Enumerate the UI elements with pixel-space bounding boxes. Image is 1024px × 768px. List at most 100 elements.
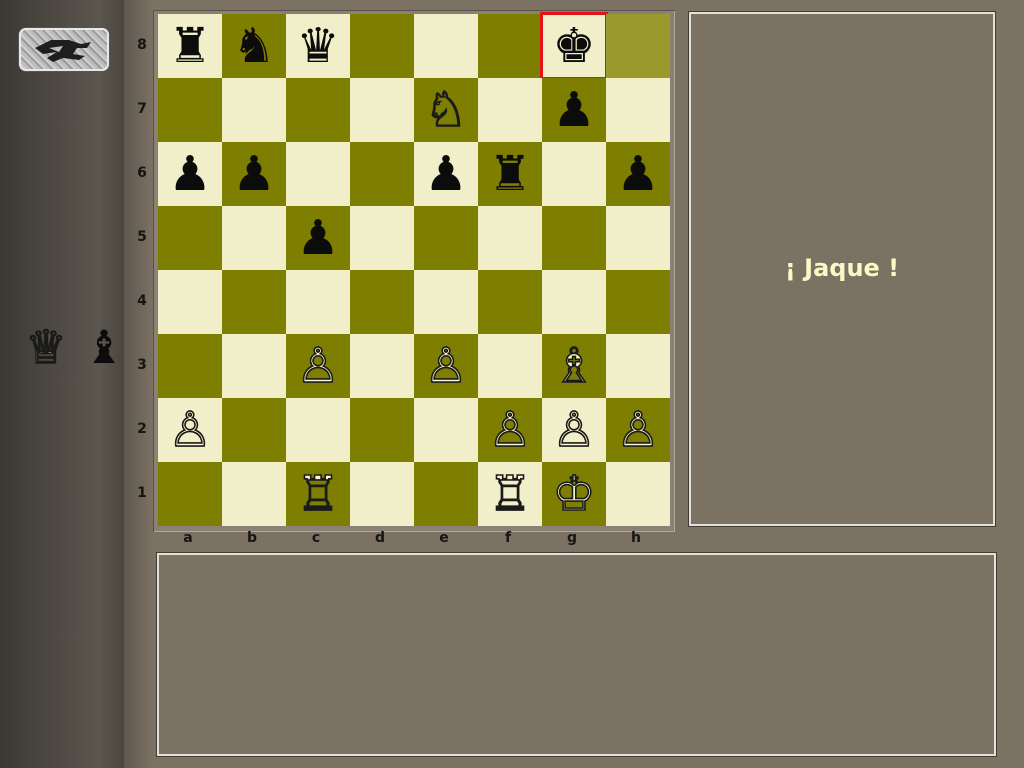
square-h4[interactable] — [606, 270, 670, 334]
black-pawn-piece-icon[interactable]: ♟ — [616, 150, 659, 198]
square-b6[interactable]: ♟ — [222, 142, 286, 206]
square-a7[interactable] — [158, 78, 222, 142]
white-queen-captured-icon: ♕ — [25, 320, 68, 374]
square-d5[interactable] — [350, 206, 414, 270]
square-a5[interactable] — [158, 206, 222, 270]
rank-label-6: 6 — [137, 165, 147, 181]
knight-logo-icon — [35, 39, 91, 62]
file-label-e: e — [439, 530, 449, 546]
chess-board[interactable]: ♜ ♞ ♛ ♚ ♘ ♟ ♟ ♟ ♟ ♜ ♟ ♟ ♙ ♙ ♗ ♙ ♙ ♙ ♙ ♖ ♖ ♔ — [158, 12, 670, 526]
white-rook-piece-icon[interactable]: ♖ — [296, 469, 341, 519]
white-pawn-piece-icon[interactable]: ♙ — [552, 405, 597, 455]
square-c1[interactable]: ♖ — [286, 462, 350, 526]
white-pawn-piece-icon[interactable]: ♙ — [488, 405, 533, 455]
white-pawn-piece-icon[interactable]: ♙ — [616, 405, 661, 455]
square-h1[interactable] — [606, 462, 670, 526]
square-a4[interactable] — [158, 270, 222, 334]
file-label-b: b — [246, 530, 258, 546]
black-pawn-piece-icon[interactable]: ♟ — [296, 214, 339, 262]
file-label-f: f — [504, 530, 512, 546]
square-g1[interactable]: ♔ — [542, 462, 606, 526]
square-f4[interactable] — [478, 270, 542, 334]
square-c8[interactable]: ♛ — [286, 14, 350, 78]
square-e2[interactable] — [414, 398, 478, 462]
square-g2[interactable]: ♙ — [542, 398, 606, 462]
square-e5[interactable] — [414, 206, 478, 270]
square-d4[interactable] — [350, 270, 414, 334]
black-pawn-piece-icon[interactable]: ♟ — [168, 150, 211, 198]
square-g5[interactable] — [542, 206, 606, 270]
square-d2[interactable] — [350, 398, 414, 462]
square-a2[interactable]: ♙ — [158, 398, 222, 462]
square-c7[interactable] — [286, 78, 350, 142]
square-h5[interactable] — [606, 206, 670, 270]
square-b8[interactable]: ♞ — [222, 14, 286, 78]
square-h2[interactable]: ♙ — [606, 398, 670, 462]
square-f1[interactable]: ♖ — [478, 462, 542, 526]
square-f5[interactable] — [478, 206, 542, 270]
square-d7[interactable] — [350, 78, 414, 142]
square-f7[interactable] — [478, 78, 542, 142]
square-c6[interactable] — [286, 142, 350, 206]
square-e3[interactable]: ♙ — [414, 334, 478, 398]
square-e7[interactable]: ♘ — [414, 78, 478, 142]
square-g8[interactable]: ♚ — [540, 12, 608, 80]
square-d1[interactable] — [350, 462, 414, 526]
logo-button[interactable] — [19, 28, 109, 71]
square-a3[interactable] — [158, 334, 222, 398]
black-rook-piece-icon[interactable]: ♜ — [168, 22, 211, 70]
square-b7[interactable] — [222, 78, 286, 142]
file-label-h: h — [631, 530, 641, 546]
square-c4[interactable] — [286, 270, 350, 334]
square-e8[interactable] — [414, 14, 478, 78]
square-a1[interactable] — [158, 462, 222, 526]
square-f3[interactable] — [478, 334, 542, 398]
white-knight-piece-icon[interactable]: ♘ — [424, 85, 469, 135]
square-h6[interactable]: ♟ — [606, 142, 670, 206]
square-c2[interactable] — [286, 398, 350, 462]
square-d8[interactable] — [350, 14, 414, 78]
square-b2[interactable] — [222, 398, 286, 462]
black-pawn-piece-icon[interactable]: ♟ — [232, 150, 275, 198]
square-a6[interactable]: ♟ — [158, 142, 222, 206]
file-label-c: c — [311, 530, 321, 546]
black-knight-piece-icon[interactable]: ♞ — [232, 22, 275, 70]
square-g3[interactable]: ♗ — [542, 334, 606, 398]
square-g4[interactable] — [542, 270, 606, 334]
black-pawn-piece-icon[interactable]: ♟ — [424, 150, 467, 198]
square-d6[interactable] — [350, 142, 414, 206]
square-f6[interactable]: ♜ — [478, 142, 542, 206]
square-g6[interactable] — [542, 142, 606, 206]
square-d3[interactable] — [350, 334, 414, 398]
white-pawn-piece-icon[interactable]: ♙ — [424, 341, 469, 391]
square-b5[interactable] — [222, 206, 286, 270]
square-f8[interactable] — [478, 14, 542, 78]
black-king-piece-icon[interactable]: ♚ — [552, 22, 595, 70]
white-pawn-piece-icon[interactable]: ♙ — [168, 405, 213, 455]
white-bishop-piece-icon[interactable]: ♗ — [552, 341, 597, 391]
rank-label-1: 1 — [137, 485, 147, 501]
file-label-d: d — [374, 530, 386, 546]
white-king-piece-icon[interactable]: ♔ — [552, 469, 597, 519]
square-a8[interactable]: ♜ — [158, 14, 222, 78]
square-e4[interactable] — [414, 270, 478, 334]
white-rook-piece-icon[interactable]: ♖ — [488, 469, 533, 519]
square-c5[interactable]: ♟ — [286, 206, 350, 270]
square-e6[interactable]: ♟ — [414, 142, 478, 206]
black-rook-piece-icon[interactable]: ♜ — [488, 150, 531, 198]
square-b3[interactable] — [222, 334, 286, 398]
file-label-a: a — [183, 530, 193, 546]
file-label-g: g — [566, 530, 578, 546]
white-pawn-piece-icon[interactable]: ♙ — [296, 341, 341, 391]
square-c3[interactable]: ♙ — [286, 334, 350, 398]
square-h7[interactable] — [606, 78, 670, 142]
black-queen-piece-icon[interactable]: ♛ — [296, 22, 339, 70]
black-pawn-piece-icon[interactable]: ♟ — [552, 86, 595, 134]
square-b1[interactable] — [222, 462, 286, 526]
square-e1[interactable] — [414, 462, 478, 526]
square-h3[interactable] — [606, 334, 670, 398]
square-b4[interactable] — [222, 270, 286, 334]
square-h8[interactable] — [606, 14, 670, 78]
square-f2[interactable]: ♙ — [478, 398, 542, 462]
square-g7[interactable]: ♟ — [542, 78, 606, 142]
